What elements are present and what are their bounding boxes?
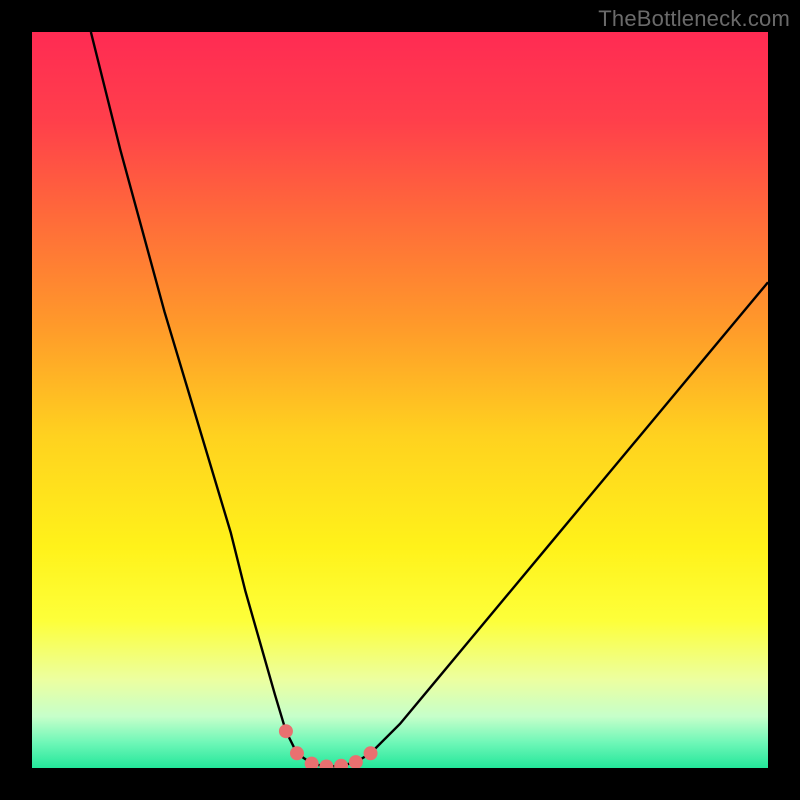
plot-area	[32, 32, 768, 768]
watermark-text: TheBottleneck.com	[598, 6, 790, 32]
marker-dot	[364, 746, 378, 760]
marker-dot	[305, 757, 319, 768]
marker-dot	[319, 760, 333, 768]
chart-frame: TheBottleneck.com	[0, 0, 800, 800]
marker-dot	[290, 746, 304, 760]
marker-dot	[334, 759, 348, 768]
bottleneck-curve	[91, 32, 768, 767]
marker-dot	[349, 755, 363, 768]
curve-layer	[32, 32, 768, 768]
marker-dot	[279, 724, 293, 738]
